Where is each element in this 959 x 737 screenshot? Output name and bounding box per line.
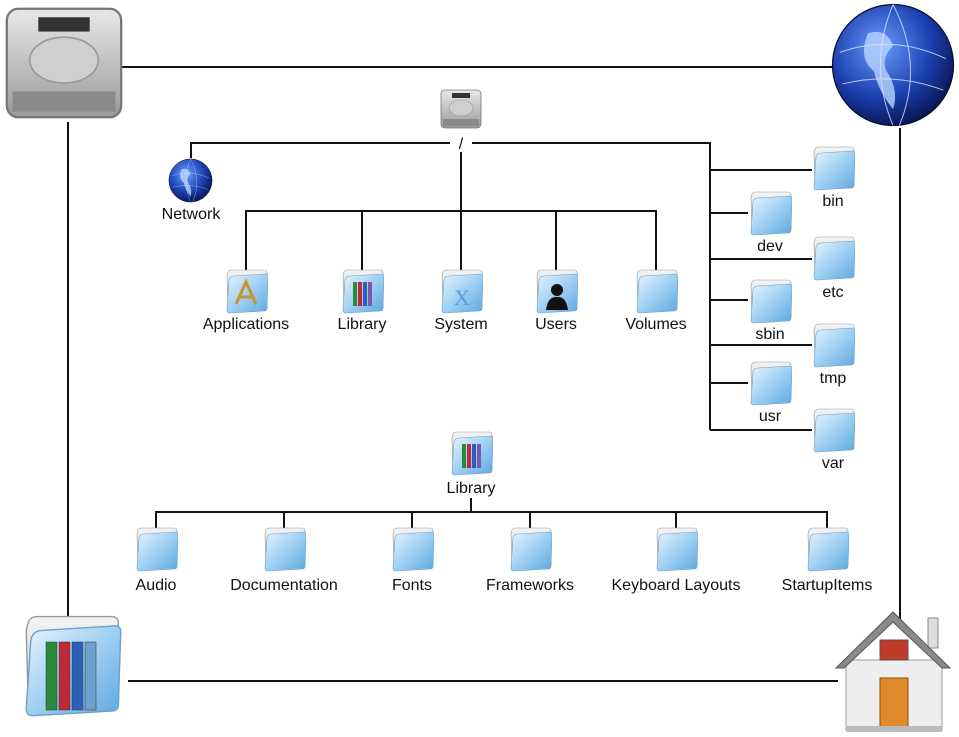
book-glyph bbox=[368, 282, 372, 306]
book-glyph bbox=[462, 444, 466, 468]
folder-var[interactable]: var bbox=[813, 408, 855, 472]
folder-icon bbox=[807, 527, 849, 572]
node-label: sbin bbox=[755, 326, 784, 343]
book-glyph bbox=[358, 282, 362, 306]
folder-dev[interactable]: dev bbox=[750, 191, 792, 255]
folder-bin[interactable]: bin bbox=[813, 146, 855, 210]
folder-icon bbox=[813, 236, 855, 281]
folder-library[interactable]: Library bbox=[338, 269, 387, 333]
diagram-canvas: / Network Applications Library System X Users V… bbox=[5, 3, 955, 732]
book-glyph bbox=[353, 282, 357, 306]
hard-drive-icon bbox=[5, 7, 123, 119]
folder-icon bbox=[136, 527, 178, 572]
corner-home bbox=[834, 611, 952, 732]
folder-documentation[interactable]: Documentation bbox=[230, 527, 338, 594]
folder-applications[interactable]: Applications bbox=[203, 269, 289, 333]
corner-hard-drive bbox=[5, 7, 123, 119]
folder-icon bbox=[510, 527, 552, 572]
file-system-diagram: / Network Applications Library System X Users V… bbox=[0, 0, 959, 737]
folder-icon bbox=[813, 323, 855, 368]
folder-icon bbox=[226, 269, 268, 314]
node-label: etc bbox=[822, 284, 843, 301]
node-label: Documentation bbox=[230, 577, 338, 594]
folder-icon bbox=[264, 527, 306, 572]
folder-icon bbox=[392, 527, 434, 572]
node-label: / bbox=[459, 136, 464, 153]
node-label: Fonts bbox=[392, 577, 432, 594]
node-label: usr bbox=[759, 408, 782, 425]
book-glyph bbox=[477, 444, 481, 468]
node-label: var bbox=[822, 455, 845, 472]
folder-startupitems[interactable]: StartupItems bbox=[782, 527, 873, 594]
node-label: System bbox=[434, 316, 487, 333]
folder-etc[interactable]: etc bbox=[813, 236, 855, 301]
library-node[interactable]: Library bbox=[447, 431, 496, 497]
globe-icon bbox=[168, 158, 213, 203]
folder-sbin[interactable]: sbin bbox=[750, 279, 792, 343]
globe-icon bbox=[831, 3, 955, 127]
corner-globe bbox=[831, 3, 955, 127]
node-label: bin bbox=[822, 193, 843, 210]
folder-volumes[interactable]: Volumes bbox=[625, 269, 687, 333]
folder-icon bbox=[656, 527, 698, 572]
book-glyph bbox=[45, 641, 58, 711]
network-node[interactable]: Network bbox=[162, 158, 222, 223]
folder-icon bbox=[813, 408, 855, 453]
node-label: tmp bbox=[820, 370, 847, 387]
folder-usr[interactable]: usr bbox=[750, 361, 792, 425]
folder-frameworks[interactable]: Frameworks bbox=[486, 527, 574, 594]
folder-keyboard-layouts[interactable]: Keyboard Layouts bbox=[612, 527, 741, 594]
node-label: Audio bbox=[136, 577, 177, 594]
folder-tmp[interactable]: tmp bbox=[813, 323, 855, 387]
node-label: Keyboard Layouts bbox=[612, 577, 741, 594]
node-label: StartupItems bbox=[782, 577, 873, 594]
folder-icon bbox=[750, 279, 792, 324]
folder-audio[interactable]: Audio bbox=[136, 527, 178, 594]
book-glyph bbox=[58, 641, 71, 711]
book-glyph bbox=[84, 641, 97, 711]
node-label: Applications bbox=[203, 316, 289, 333]
folder-icon bbox=[750, 361, 792, 406]
book-glyph bbox=[363, 282, 367, 306]
folder-users[interactable]: Users bbox=[535, 269, 578, 333]
node-label: Users bbox=[535, 316, 577, 333]
node-label: dev bbox=[757, 238, 783, 255]
node-label: Frameworks bbox=[486, 577, 574, 594]
book-glyph bbox=[472, 444, 476, 468]
book-glyph bbox=[467, 444, 471, 468]
folder-icon bbox=[813, 146, 855, 191]
node-label: Library bbox=[447, 480, 496, 497]
node-label: Volumes bbox=[625, 316, 686, 333]
node-label: Library bbox=[338, 316, 387, 333]
corner-library-folder bbox=[25, 615, 122, 717]
folder-fonts[interactable]: Fonts bbox=[392, 527, 434, 594]
book-glyph bbox=[71, 641, 84, 711]
hard-drive-icon bbox=[440, 89, 482, 129]
folder-icon bbox=[750, 191, 792, 236]
folder-system[interactable]: System X bbox=[434, 269, 488, 333]
folder-icon bbox=[636, 269, 678, 314]
system-x-glyph: X bbox=[454, 285, 470, 310]
node-label: Network bbox=[162, 206, 222, 223]
